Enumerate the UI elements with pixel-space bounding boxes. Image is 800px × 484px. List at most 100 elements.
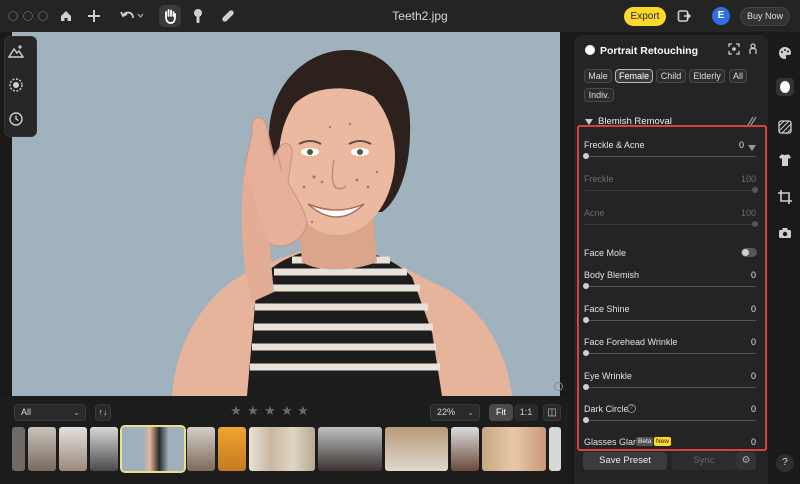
rating-star-3[interactable]: ★ [264,404,276,418]
slider-label-face-forehead-wrinkle: Face Forehead Wrinkle [584,337,678,347]
slider-knob[interactable] [583,350,589,356]
slider-value-freckle: 100 [740,174,756,184]
slider-track[interactable] [585,156,756,157]
history-icon[interactable] [7,111,25,129]
chevron-down-icon: ⌄ [467,408,474,417]
window-close-button[interactable] [8,11,18,21]
thumbnail-selected[interactable] [120,425,186,473]
slider-knob[interactable] [583,384,589,390]
section-collapse-icon[interactable] [585,117,593,125]
filter-chip-male[interactable]: Male [584,69,612,83]
info-indicator[interactable] [554,382,563,391]
slider-knob[interactable] [583,283,589,289]
slider-value-acne: 100 [740,208,756,218]
slider-track[interactable] [585,320,756,321]
expand-chevron-icon[interactable] [748,142,756,151]
slider-knob [752,187,758,193]
thumbnail[interactable] [249,427,315,471]
thumbnail[interactable] [12,427,25,471]
thumbnail[interactable] [451,427,479,471]
zoom-value: 22% [437,407,456,417]
zoom-select[interactable]: 22% ⌄ [430,404,480,421]
filter-chip-all[interactable]: All [729,69,747,83]
info-icon[interactable]: ? [627,404,636,413]
slider-label-dark-circle: Dark Circle [584,404,629,414]
slider-value-face-forehead-wrinkle: 0 [750,337,756,347]
one-to-one-button[interactable]: 1:1 [514,404,538,421]
filter-select[interactable]: All ⌄ [14,404,86,421]
thumbnail[interactable] [59,427,87,471]
thumbnail[interactable] [28,427,56,471]
save-preset-button[interactable]: Save Preset [583,452,667,470]
rating-star-2[interactable]: ★ [247,404,259,418]
home-icon[interactable] [56,6,76,26]
toggle-label-face-mole: Face Mole [584,248,627,258]
photo-canvas[interactable] [12,32,560,396]
window-minimize-button[interactable] [23,11,33,21]
hand-tool-icon[interactable] [159,5,181,27]
filter-chip-elderly[interactable]: Elderly [689,69,725,83]
slider-value-body-blemish: 0 [750,270,756,280]
toggle-knob [742,249,749,256]
slider-value-glasses-glare: 0 [750,437,756,447]
filter-chip-female[interactable]: Female [615,69,653,83]
window-zoom-button[interactable] [38,11,48,21]
help-button[interactable]: ? [776,454,794,472]
slider-value-eye-wrinkle: 0 [750,371,756,381]
landscape-ai-icon[interactable] [7,44,25,62]
slider-value-freckle-acne: 0 [738,140,744,150]
rating-star-4[interactable]: ★ [281,404,293,418]
slider-track[interactable] [585,286,756,287]
slider-track [585,224,756,225]
buy-now-button[interactable]: Buy Now [740,7,790,26]
slider-label-acne: Acne [584,208,605,218]
slider-knob[interactable] [583,417,589,423]
body-icon[interactable] [747,43,759,55]
portrait-retouch-icon[interactable] [776,78,794,96]
bandage-icon[interactable] [218,6,238,26]
export-button[interactable]: Export [624,7,666,26]
slider-knob[interactable] [583,153,589,159]
rating-star-1[interactable]: ★ [230,404,242,418]
compare-view-icon[interactable]: ◫ [543,404,561,421]
sync-button[interactable]: Sync [672,452,736,470]
thumbnail[interactable] [90,427,118,471]
clothing-icon[interactable] [776,151,794,169]
retouch-brush-icon[interactable] [188,6,208,26]
thumbnail[interactable] [385,427,448,471]
sync-settings-icon[interactable]: ⚙ [736,452,756,470]
filter-chip-child[interactable]: Child [656,69,686,83]
beta-badge: Beta [636,437,654,446]
slider-value-dark-circle: 0 [750,404,756,414]
slider-track [585,190,756,191]
rating-star-5[interactable]: ★ [297,404,309,418]
undo-icon[interactable] [118,6,146,26]
filter-select-value: All [21,407,32,417]
camera-icon[interactable] [776,224,794,242]
slider-label-eye-wrinkle: Eye Wrinkle [584,371,632,381]
thumbnail[interactable] [549,427,561,471]
thumbnail[interactable] [318,427,382,471]
slider-track[interactable] [585,387,756,388]
face-detect-icon[interactable] [728,43,740,55]
add-icon[interactable] [84,6,104,26]
thumbnail[interactable] [187,427,215,471]
slider-label-freckle-acne: Freckle & Acne [584,140,645,150]
crop-icon[interactable] [776,188,794,206]
slider-knob[interactable] [583,317,589,323]
slider-label-body-blemish: Body Blemish [584,270,640,280]
palette-icon[interactable] [776,44,794,62]
avatar[interactable]: E [712,7,730,25]
chevron-down-icon: ⌄ [73,408,80,417]
thumbnail[interactable] [482,427,546,471]
thumbnail[interactable] [218,427,246,471]
pattern-icon[interactable] [776,118,794,136]
fit-button[interactable]: Fit [489,404,513,421]
document-title: Teeth2.jpg [392,9,448,23]
texture-circle-icon[interactable] [7,77,25,95]
slider-track[interactable] [585,353,756,354]
slider-track[interactable] [585,420,756,421]
share-icon[interactable] [674,6,694,26]
filter-chip-indiv[interactable]: Indiv. [584,88,614,102]
sort-button[interactable]: ↑↓ [95,404,111,421]
